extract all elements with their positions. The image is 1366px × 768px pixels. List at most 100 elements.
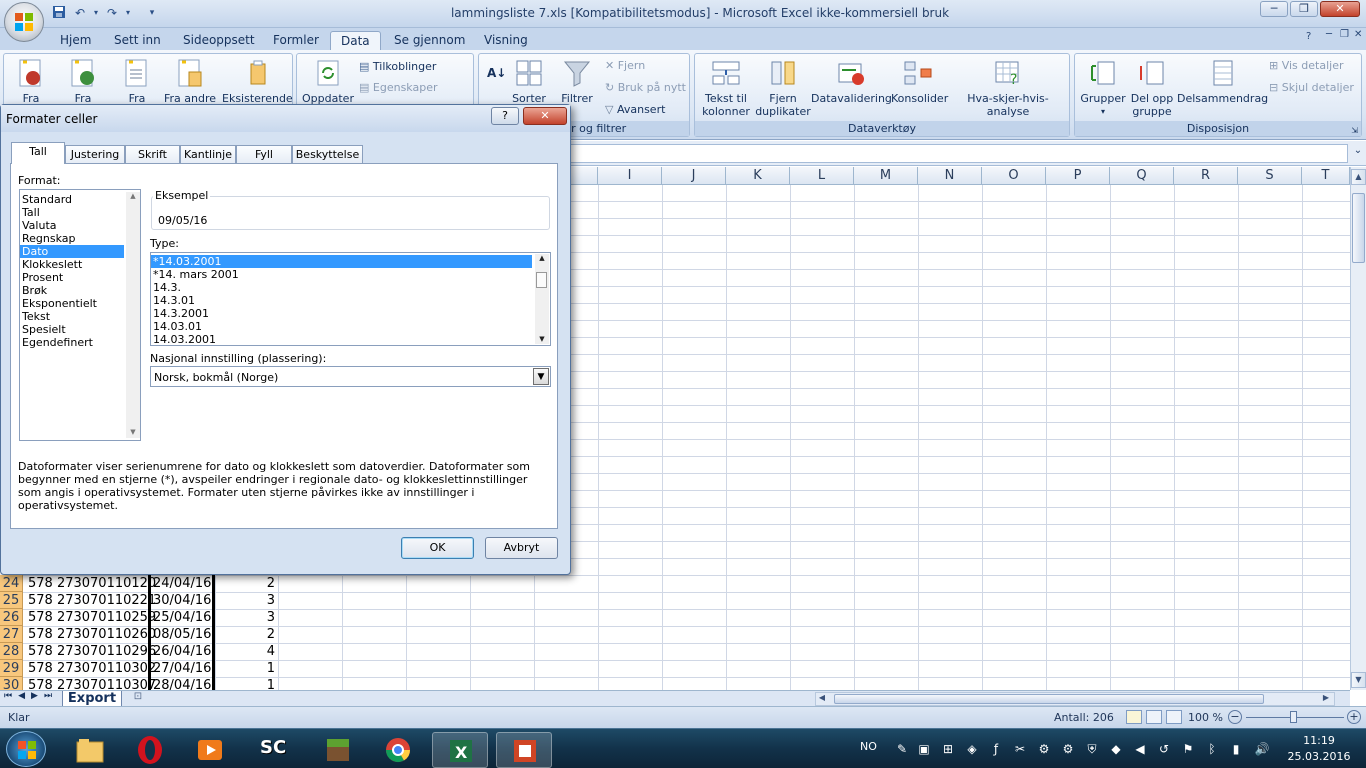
cancel-button[interactable]: Avbryt [485,537,558,559]
list-item[interactable]: Klokkeslett [20,258,140,271]
zoom-out-icon[interactable]: − [1228,710,1242,724]
row-header[interactable]: 30 [0,677,23,690]
column-header-M[interactable]: M [854,167,918,185]
zoom-slider-thumb[interactable] [1290,711,1297,723]
row-header[interactable]: 25 [0,592,23,609]
cell-date[interactable]: 27/04/16 [153,660,211,677]
existing-connections-button[interactable]: Eksisterende [222,58,293,105]
list-item[interactable]: Eksponentielt [20,297,140,310]
media-player-taskbar-icon[interactable] [188,732,232,768]
column-header-J[interactable]: J [662,167,726,185]
insert-sheet-icon[interactable]: ⊡ [128,691,148,706]
ribbon-close-icon[interactable]: ✕ [1354,29,1362,40]
type-list[interactable]: *14.03.2001 *14. mars 2001 14.3. 14.3.01… [150,252,551,346]
opera-taskbar-icon[interactable] [128,732,172,768]
tray-volume-icon[interactable]: 🔊 [1254,741,1270,757]
redo-dropdown-icon[interactable]: ▾ [120,5,136,21]
from-access-button[interactable]: Fra [8,58,54,105]
chevron-down-icon[interactable]: ▼ [533,368,549,385]
undo-icon[interactable]: ↶ [72,5,88,21]
cell-id[interactable]: 578 273070110302 [28,660,156,677]
dialog-tab-kantlinje[interactable]: Kantlinje [180,145,236,164]
list-item[interactable]: Valuta [20,219,140,232]
ribbon-restore-icon[interactable]: ❐ [1340,29,1349,40]
column-header-N[interactable]: N [918,167,982,185]
clock-date[interactable]: 25.03.2016 [1286,750,1352,763]
clear-filter-button[interactable]: ✕ Fjern [605,56,645,76]
cell-date[interactable]: 24/04/16 [153,575,211,592]
cell-count[interactable]: 1 [215,677,275,690]
tray-flag-icon[interactable]: ⚑ [1180,741,1196,757]
category-scroll-up-icon[interactable]: ▲ [126,192,140,200]
properties-button[interactable]: ▤ Egenskaper [359,78,437,98]
formula-expand-icon[interactable]: ⌄ [1352,145,1364,162]
column-header-O[interactable]: O [982,167,1046,185]
cell-count[interactable]: 2 [215,575,275,592]
horizontal-scroll-thumb[interactable] [834,694,1264,704]
remove-duplicates-button[interactable]: Fjern duplikater [755,58,811,118]
cell-id[interactable]: 578 273070110221 [28,592,156,609]
list-item[interactable]: Egendefinert [20,336,140,349]
cell-date[interactable]: 28/04/16 [153,677,211,690]
ungroup-button[interactable]: Del opp gruppe [1129,58,1175,118]
column-header-S[interactable]: S [1238,167,1302,185]
dialog-tab-beskyttelse[interactable]: Beskyttelse [292,145,363,164]
language-indicator[interactable]: NO [860,740,877,753]
save-icon[interactable] [52,5,68,21]
column-header-Q[interactable]: Q [1110,167,1174,185]
cell-id[interactable]: 578 273070110307 [28,677,156,690]
tray-windows-icon[interactable]: ⊞ [940,741,956,757]
tray-antivirus-icon[interactable]: ◆ [1108,741,1124,757]
cell-count[interactable]: 3 [215,609,275,626]
cell-id[interactable]: 578 273070110259 [28,609,156,626]
row-header[interactable]: 26 [0,609,23,626]
cell-count[interactable]: 2 [215,626,275,643]
list-item[interactable]: Prosent [20,271,140,284]
redo-icon[interactable]: ↷ [104,5,120,21]
close-button[interactable]: ✕ [1320,1,1360,17]
category-scroll-down-icon[interactable]: ▼ [126,428,140,436]
tray-sync-icon[interactable]: ↺ [1156,741,1172,757]
excel-taskbar-icon[interactable]: X [432,732,488,768]
text-to-columns-button[interactable]: Tekst til kolonner [699,58,753,118]
tray-paint-icon[interactable]: ◈ [964,741,980,757]
filter-button[interactable]: Filtrer [557,58,597,105]
column-header-R[interactable]: R [1174,167,1238,185]
clock-time[interactable]: 11:19 [1290,734,1348,747]
type-scrollbar[interactable]: ▲ ▼ [535,254,549,344]
hide-detail-button[interactable]: ⊟ Skjul detaljer [1269,78,1354,98]
scroll-left-icon[interactable]: ◀ [816,693,828,705]
reapply-button[interactable]: ↻ Bruk på nytt [605,78,686,98]
list-item-selected[interactable]: Dato [20,245,124,258]
locale-select[interactable]: Norsk, bokmål (Norge) ▼ [150,366,551,387]
dialog-tab-fyll[interactable]: Fyll [236,145,292,164]
tab-sett-inn[interactable]: Sett inn [104,31,171,50]
from-web-button[interactable]: Fra [60,58,106,105]
tray-bluetooth-icon[interactable]: ᛒ [1204,741,1220,757]
cell-date[interactable]: 08/05/16 [153,626,211,643]
dialog-help-button[interactable]: ? [491,107,519,125]
vertical-scroll-thumb[interactable] [1352,193,1365,263]
type-scroll-thumb[interactable] [536,272,547,288]
tab-data[interactable]: Data [330,31,381,50]
tab-se-gjennom[interactable]: Se gjennom [384,31,475,50]
list-item[interactable]: 14.3.01 [151,294,550,307]
from-other-sources-button[interactable]: Fra andre [160,58,220,105]
sort-button[interactable]: Sorter [509,58,549,105]
maximize-button[interactable]: ❐ [1290,1,1318,17]
scroll-right-icon[interactable]: ▶ [1320,693,1332,705]
from-text-button[interactable]: Fra [114,58,160,105]
zoom-level[interactable]: 100 % [1188,711,1223,724]
column-header-L[interactable]: L [790,167,854,185]
refresh-button[interactable]: Oppdater [301,58,355,105]
cell-date[interactable]: 25/04/16 [153,609,211,626]
outline-dialog-launcher-icon[interactable]: ⇲ [1351,126,1358,135]
list-item[interactable]: Brøk [20,284,140,297]
show-detail-button[interactable]: ⊞ Vis detaljer [1269,56,1344,76]
list-item[interactable]: Tall [20,206,140,219]
tray-network-icon[interactable]: ⚙ [1036,741,1052,757]
column-header-P[interactable]: P [1046,167,1110,185]
dialog-tab-skrift[interactable]: Skrift [125,145,180,164]
subtotal-button[interactable]: Delsammendrag [1177,58,1268,105]
row-header[interactable]: 27 [0,626,23,643]
